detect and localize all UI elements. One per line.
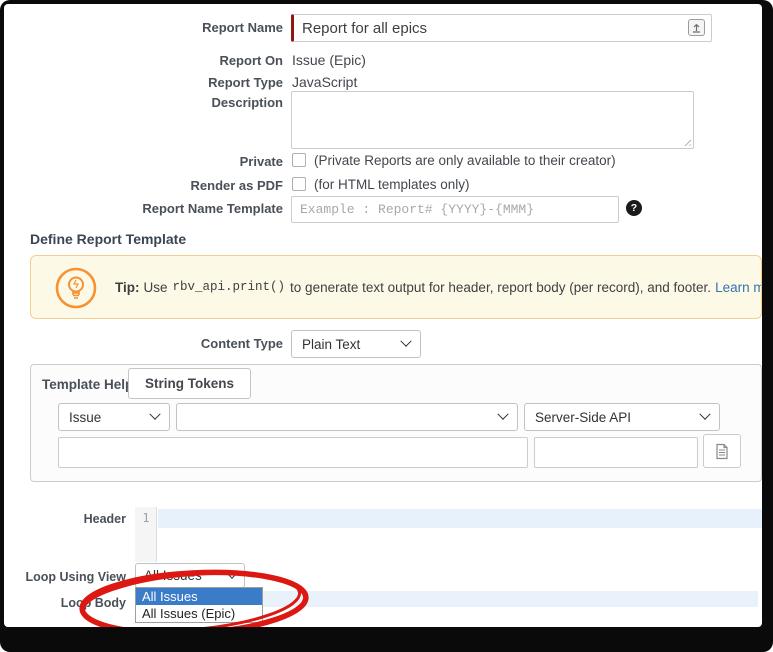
report-name-template-label: Report Name Template: [142, 201, 283, 216]
tip-text: Tip: Use rbv_api.print() to generate tex…: [115, 256, 761, 318]
private-label: Private: [240, 154, 283, 169]
content-type-value: Plain Text: [302, 337, 360, 352]
report-name-label: Report Name: [202, 20, 283, 35]
tip-after-code: to generate text output for header, repo…: [290, 280, 711, 295]
render-pdf-checkbox[interactable]: [292, 177, 306, 191]
render-pdf-note: (for HTML templates only): [314, 177, 470, 192]
dropdown-option-all-issues-epic[interactable]: All Issues (Epic): [136, 605, 262, 622]
help-icon[interactable]: ?: [626, 200, 642, 216]
report-name-input[interactable]: [291, 14, 712, 42]
report-type-value: JavaScript: [292, 74, 357, 90]
tip-before-code: Use: [144, 280, 168, 295]
description-textarea[interactable]: [291, 91, 694, 149]
private-note: (Private Reports are only available to t…: [314, 153, 616, 168]
loop-body-label: Loop Body: [61, 596, 126, 610]
tab-string-tokens-label: String Tokens: [145, 376, 234, 391]
api-select-value: Server-Side API: [535, 410, 631, 425]
tab-string-tokens[interactable]: String Tokens: [128, 368, 251, 399]
screenshot-frame: Report Name Report On Issue (Epic) Repor…: [0, 0, 773, 652]
loop-using-view-label: Loop Using View: [26, 570, 126, 584]
loop-view-dropdown: All Issues All Issues (Epic): [135, 587, 263, 623]
line-number: 1: [135, 511, 157, 525]
api-select[interactable]: Server-Side API: [524, 403, 720, 431]
text-expander-icon[interactable]: [688, 19, 705, 36]
token-input[interactable]: [58, 437, 528, 468]
tip-code: rbv_api.print(): [173, 280, 286, 294]
description-label: Description: [211, 95, 283, 110]
resize-handle[interactable]: [682, 137, 691, 146]
report-config-form: Report Name Report On Issue (Epic) Repor…: [4, 4, 762, 627]
learn-more-link[interactable]: Learn more: [715, 280, 761, 295]
header-label: Header: [84, 512, 126, 526]
content-type-select[interactable]: Plain Text: [291, 330, 421, 358]
lightbulb-icon: [55, 267, 97, 309]
header-code-editor[interactable]: 1: [135, 507, 762, 562]
dropdown-option-all-issues[interactable]: All Issues: [136, 588, 262, 605]
report-name-template-input[interactable]: [291, 196, 619, 223]
private-checkbox[interactable]: [292, 153, 306, 167]
report-on-label: Report On: [219, 53, 283, 68]
chevron-down-icon: [226, 567, 237, 578]
loop-using-view-value: All Issues: [144, 568, 202, 583]
entity-select-value: Issue: [69, 410, 101, 425]
entity-select[interactable]: Issue: [58, 403, 170, 431]
active-line-highlight: [158, 509, 762, 528]
report-on-value: Issue (Epic): [292, 52, 366, 68]
tip-prefix: Tip:: [115, 280, 140, 295]
render-pdf-label: Render as PDF: [191, 178, 283, 193]
report-type-label: Report Type: [208, 75, 283, 90]
section-heading: Define Report Template: [30, 231, 186, 247]
chevron-down-icon: [699, 409, 710, 420]
content-type-label: Content Type: [201, 336, 283, 351]
chevron-down-icon: [149, 409, 160, 420]
document-icon: [715, 443, 729, 460]
chevron-down-icon: [400, 336, 411, 347]
tip-box: Tip: Use rbv_api.print() to generate tex…: [30, 255, 762, 319]
token-value-input[interactable]: [534, 437, 698, 468]
paste-token-button[interactable]: [703, 434, 741, 468]
field-select[interactable]: [176, 403, 518, 431]
loop-using-view-select[interactable]: All Issues: [135, 563, 245, 588]
chevron-down-icon: [497, 409, 508, 420]
